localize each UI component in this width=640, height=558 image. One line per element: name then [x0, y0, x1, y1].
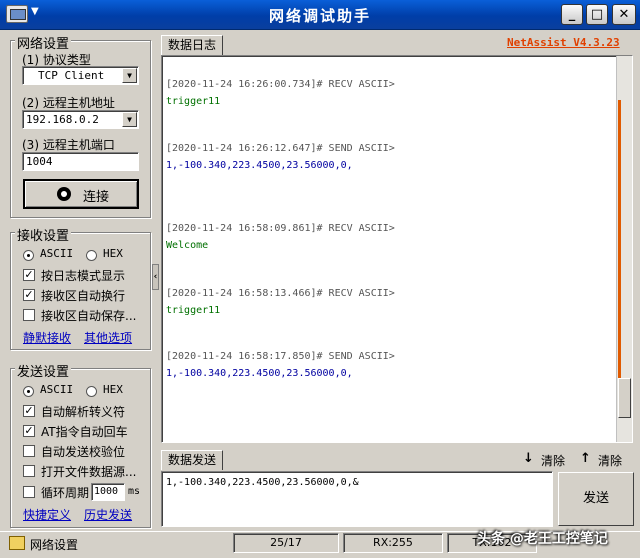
window-title: 网络调试助手: [268, 7, 371, 25]
log-entry-body: 1,-100.340,223.4500,23.56000,0,: [166, 160, 353, 171]
recv-log-mode-label: 按日志模式显示: [41, 269, 126, 283]
net-settings-title: 网络设置: [15, 33, 72, 52]
log-scrollbar[interactable]: [616, 56, 632, 442]
send-checksum-label: 自动发送校验位: [41, 445, 126, 459]
connect-status-icon: [57, 187, 71, 201]
watermark: 头条 @老王工控笔记: [477, 531, 608, 547]
protocol-value: TCP Client: [38, 69, 105, 82]
recv-wrap-checkbox[interactable]: ✓: [23, 289, 35, 301]
minimize-button[interactable]: _: [561, 4, 583, 25]
log-entry-body: Welcome: [166, 240, 209, 251]
settings-folder-icon[interactable]: [9, 536, 25, 550]
send-checksum-checkbox[interactable]: [23, 445, 35, 457]
app-icon[interactable]: [6, 5, 28, 23]
send-input-area[interactable]: 1,-100.340,223.4500,23.56000,0,&: [161, 471, 553, 527]
log-entry-head: [2020-11-24 16:58:17.850]# SEND ASCII>: [166, 351, 395, 362]
send-loop-label: 循环周期: [41, 486, 90, 500]
send-ascii-radio[interactable]: [23, 386, 34, 397]
port-input[interactable]: 1004: [22, 152, 139, 171]
connect-label: 连接: [83, 190, 110, 205]
title-bar: ▼ 网络调试助手 _ □ ✕: [0, 0, 640, 30]
clear-log-icon[interactable]: ↓: [523, 451, 534, 466]
log-entry-body: trigger11: [166, 96, 221, 107]
clear-send-button[interactable]: 清除: [598, 452, 622, 469]
recv-wrap-label: 接收区自动换行: [41, 289, 126, 303]
log-entry-head: [2020-11-24 16:26:00.734]# RECV ASCII>: [166, 79, 395, 90]
send-settings-title: 发送设置: [15, 361, 72, 380]
tab-data-log[interactable]: 数据日志: [161, 35, 224, 55]
send-input-value: 1,-100.340,223.4500,23.56000,0,&: [166, 477, 359, 488]
chevron-down-icon[interactable]: ▼: [122, 68, 137, 83]
host-select[interactable]: 192.168.0.2 ▼: [22, 110, 139, 129]
recv-autosave-label: 接收区自动保存...: [41, 309, 137, 323]
silent-recv-link[interactable]: 静默接收: [23, 329, 71, 346]
send-ascii-label: ASCII: [40, 383, 74, 396]
log-entry-head: [2020-11-24 16:58:09.861]# RECV ASCII>: [166, 223, 395, 234]
recv-settings-title: 接收设置: [15, 225, 72, 244]
loop-unit-label: ms: [128, 486, 141, 497]
log-entry-head: [2020-11-24 16:26:12.647]# SEND ASCII>: [166, 143, 395, 154]
recv-log-mode-checkbox[interactable]: ✓: [23, 269, 35, 281]
send-button[interactable]: 发送: [558, 472, 634, 526]
status-counter: 25/17: [233, 533, 339, 553]
collapse-panel-icon[interactable]: ‹: [152, 264, 159, 290]
recv-ascii-label: ASCII: [40, 247, 74, 260]
recv-hex-radio[interactable]: [86, 250, 97, 261]
port-label: (3) 远程主机端口: [22, 138, 115, 152]
maximize-button[interactable]: □: [586, 4, 608, 25]
send-file-source-label: 打开文件数据源...: [41, 465, 137, 479]
log-entry-head: [2020-11-24 16:58:13.466]# RECV ASCII>: [166, 288, 395, 299]
status-settings-label[interactable]: 网络设置: [30, 536, 78, 553]
recv-autosave-checkbox[interactable]: [23, 309, 35, 321]
system-menu-arrow-icon[interactable]: ▼: [31, 6, 39, 17]
close-button[interactable]: ✕: [612, 4, 636, 25]
clear-log-button[interactable]: 清除: [541, 452, 565, 469]
scroll-accent: [618, 100, 621, 380]
send-hex-label: HEX: [103, 383, 123, 396]
host-value: 192.168.0.2: [26, 113, 99, 126]
recv-hex-label: HEX: [103, 247, 123, 260]
host-label: (2) 远程主机地址: [22, 96, 115, 110]
send-loop-checkbox[interactable]: [23, 486, 35, 498]
log-area: [161, 55, 633, 443]
recv-ascii-radio[interactable]: [23, 250, 34, 261]
send-at-cr-label: AT指令自动回车: [41, 425, 128, 439]
status-rx: RX:255: [343, 533, 443, 553]
loop-period-input[interactable]: 1000: [91, 483, 125, 501]
log-entry-body: trigger11: [166, 305, 221, 316]
send-escape-checkbox[interactable]: ✓: [23, 405, 35, 417]
log-scroll-thumb[interactable]: [618, 378, 631, 418]
chevron-down-icon[interactable]: ▼: [122, 112, 137, 127]
connect-button[interactable]: 连接: [23, 179, 139, 209]
other-options-link[interactable]: 其他选项: [84, 329, 132, 346]
quick-define-link[interactable]: 快捷定义: [23, 506, 71, 523]
send-file-source-checkbox[interactable]: [23, 465, 35, 477]
log-entry-body: 1,-100.340,223.4500,23.56000,0,: [166, 368, 353, 379]
protocol-select[interactable]: TCP Client ▼: [22, 66, 139, 85]
send-escape-label: 自动解析转义符: [41, 405, 126, 419]
send-at-cr-checkbox[interactable]: ✓: [23, 425, 35, 437]
tab-data-send[interactable]: 数据发送: [161, 450, 224, 470]
send-hex-radio[interactable]: [86, 386, 97, 397]
brand-version-link[interactable]: NetAssist V4.3.23: [507, 36, 620, 49]
send-history-link[interactable]: 历史发送: [84, 506, 132, 523]
clear-send-icon[interactable]: ↑: [580, 451, 591, 466]
